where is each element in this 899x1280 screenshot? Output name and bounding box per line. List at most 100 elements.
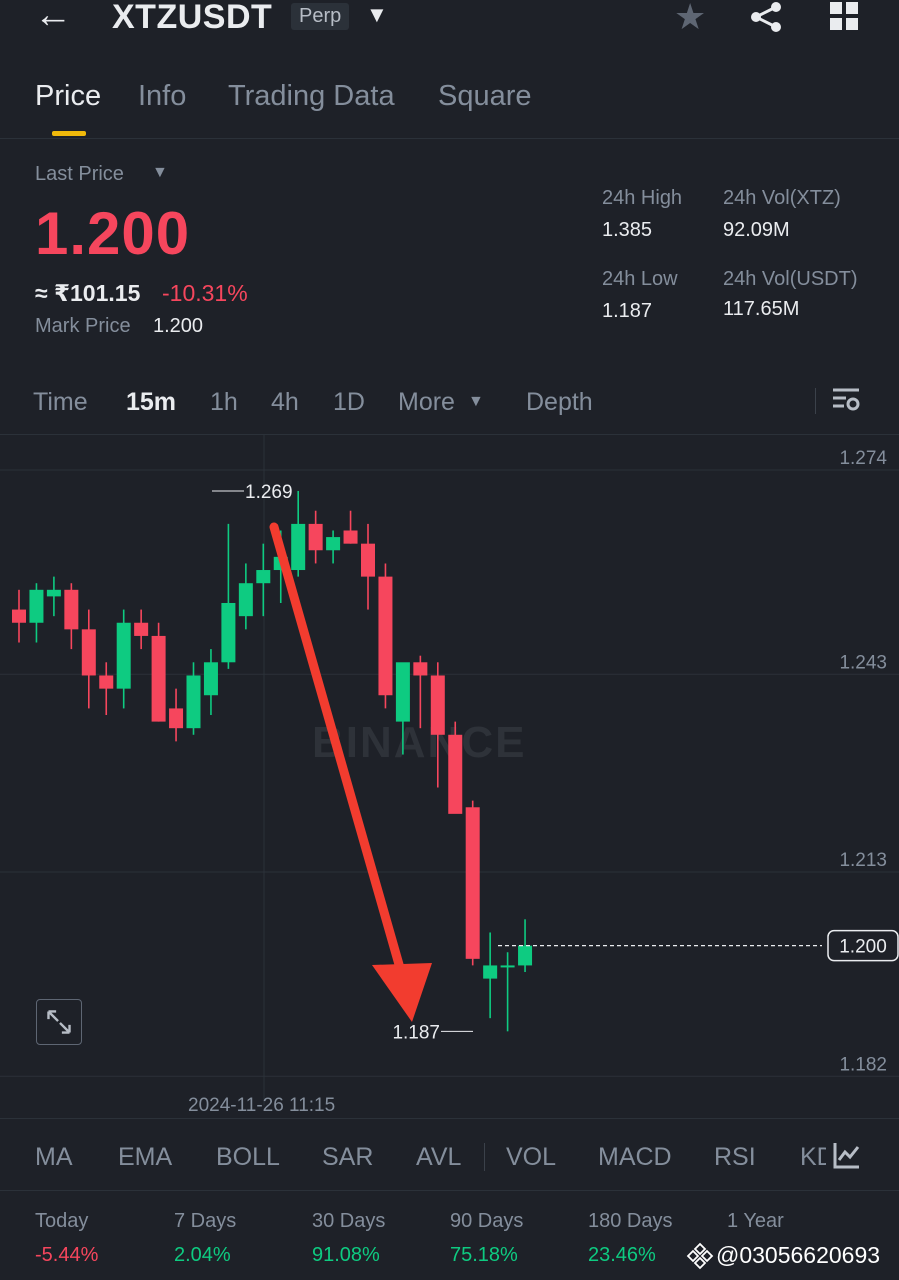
perf-value-today: -5.44% bbox=[35, 1244, 99, 1266]
tf-1d[interactable]: 1D bbox=[333, 388, 365, 417]
top-bar: ← XTZUSDT Perp ▼ ★ bbox=[0, 0, 899, 48]
tab-info[interactable]: Info bbox=[138, 80, 186, 113]
divider bbox=[0, 1190, 899, 1191]
divider bbox=[484, 1143, 485, 1171]
candle-body bbox=[465, 807, 480, 959]
low-marker-label: 1.187 bbox=[392, 1022, 440, 1043]
candle-body bbox=[12, 609, 26, 623]
candle-body bbox=[99, 675, 114, 689]
candle-body bbox=[64, 589, 79, 630]
tf-15m[interactable]: 15m bbox=[126, 388, 176, 417]
candle-body bbox=[483, 965, 498, 979]
share-icon[interactable] bbox=[748, 0, 784, 34]
candle-body bbox=[326, 537, 341, 551]
annotation-arrow-head bbox=[372, 963, 432, 1022]
perf-label-90d: 90 Days bbox=[450, 1210, 524, 1232]
24h-high-label: 24h High bbox=[602, 187, 683, 209]
perf-value-180d: 23.46% bbox=[588, 1244, 656, 1266]
tf-depth[interactable]: Depth bbox=[526, 388, 593, 417]
last-price-label[interactable]: Last Price bbox=[35, 163, 124, 186]
mark-price-value: 1.200 bbox=[153, 315, 204, 337]
24h-low-label: 24h Low bbox=[602, 268, 678, 290]
overlay-handle-text: @03056620693 bbox=[716, 1242, 881, 1268]
candle-body bbox=[203, 662, 218, 696]
inr-price: ≈ ₹101.15 bbox=[35, 280, 141, 306]
mark-price-label: Mark Price bbox=[35, 315, 131, 337]
perf-value-90d: 75.18% bbox=[450, 1244, 518, 1266]
candle-body bbox=[500, 965, 515, 968]
back-arrow-icon[interactable]: ← bbox=[34, 0, 78, 34]
tab-price[interactable]: Price bbox=[35, 80, 101, 113]
perf-value-30d: 91.08% bbox=[312, 1244, 380, 1266]
indicator-kdj[interactable]: KDJ bbox=[800, 1143, 826, 1172]
high-marker-label: 1.269 bbox=[245, 482, 293, 503]
candle-body bbox=[238, 583, 253, 617]
indicator-rsi[interactable]: RSI bbox=[714, 1143, 756, 1172]
perf-label-30d: 30 Days bbox=[312, 1210, 386, 1232]
indicator-ma[interactable]: MA bbox=[35, 1143, 73, 1172]
candle-body bbox=[448, 734, 463, 814]
indicator-avl[interactable]: AVL bbox=[416, 1143, 461, 1172]
candle-body bbox=[413, 662, 428, 676]
candle-body bbox=[361, 543, 375, 577]
tf-time[interactable]: Time bbox=[33, 388, 88, 417]
tf-1h[interactable]: 1h bbox=[210, 388, 238, 417]
24h-low-value: 1.187 bbox=[602, 300, 653, 322]
active-tab-indicator bbox=[52, 131, 86, 136]
24h-vol-xtz-label: 24h Vol(XTZ) bbox=[723, 187, 841, 209]
tf-more[interactable]: More bbox=[398, 388, 455, 417]
candle-body bbox=[308, 523, 323, 551]
perf-value-7d: 2.04% bbox=[174, 1244, 231, 1266]
candle-body bbox=[430, 675, 445, 735]
candle-body bbox=[395, 662, 410, 722]
candle-body bbox=[116, 622, 131, 689]
24h-high-value: 1.385 bbox=[602, 219, 653, 241]
tab-square[interactable]: Square bbox=[438, 80, 532, 113]
candle-body bbox=[186, 675, 201, 729]
indicator-settings-icon[interactable] bbox=[832, 1140, 862, 1170]
24h-vol-usdt-label: 24h Vol(USDT) bbox=[723, 268, 858, 290]
indicator-macd[interactable]: MACD bbox=[598, 1143, 672, 1172]
candle-body bbox=[518, 945, 533, 966]
candle-body bbox=[256, 570, 271, 584]
crosshair-date-label: 2024-11-26 11:15 bbox=[188, 1095, 336, 1116]
expand-chart-icon[interactable] bbox=[36, 999, 82, 1045]
current-price-tag-text: 1.200 bbox=[839, 937, 887, 958]
chart-settings-icon[interactable] bbox=[830, 384, 862, 416]
y-axis-label: 1.213 bbox=[839, 850, 887, 871]
divider bbox=[0, 138, 899, 139]
candle-body bbox=[378, 576, 393, 696]
candle-body bbox=[221, 602, 236, 663]
indicator-sar[interactable]: SAR bbox=[322, 1143, 373, 1172]
divider bbox=[815, 388, 816, 414]
24h-vol-xtz-value: 92.09M bbox=[723, 219, 790, 241]
divider bbox=[0, 1118, 899, 1119]
binance-logo-icon bbox=[686, 1242, 714, 1270]
grid-menu-icon[interactable] bbox=[828, 0, 860, 32]
tab-trading-data[interactable]: Trading Data bbox=[228, 80, 395, 113]
favorite-star-icon[interactable]: ★ bbox=[674, 0, 706, 38]
candle-body bbox=[134, 622, 149, 636]
y-axis-label: 1.182 bbox=[839, 1054, 887, 1075]
symbol-dropdown-icon[interactable]: ▼ bbox=[366, 2, 388, 28]
candle-body bbox=[46, 589, 61, 597]
candle-body bbox=[169, 708, 184, 729]
candlestick-chart[interactable]: 1.200 1.269 1.187 1.274 1.243 1.213 1.182 bbox=[0, 435, 899, 1120]
perf-label-180d: 180 Days bbox=[588, 1210, 673, 1232]
more-dropdown-icon[interactable]: ▼ bbox=[468, 393, 484, 411]
last-price-dropdown-icon[interactable]: ▼ bbox=[152, 164, 168, 182]
indicator-boll[interactable]: BOLL bbox=[216, 1143, 280, 1172]
indicator-ema[interactable]: EMA bbox=[118, 1143, 172, 1172]
perf-label-1y: 1 Year bbox=[727, 1210, 784, 1232]
candle-body bbox=[29, 589, 44, 623]
price-change-percent: -10.31% bbox=[162, 280, 248, 306]
perp-badge: Perp bbox=[291, 3, 350, 30]
perf-label-today: Today bbox=[35, 1210, 89, 1232]
y-axis-label: 1.243 bbox=[839, 652, 887, 673]
24h-vol-usdt-value: 117.65M bbox=[723, 298, 800, 320]
candle-body bbox=[343, 530, 358, 544]
last-price: 1.200 bbox=[35, 200, 191, 267]
symbol-title[interactable]: XTZUSDT bbox=[112, 0, 272, 37]
indicator-vol[interactable]: VOL bbox=[506, 1143, 556, 1172]
tf-4h[interactable]: 4h bbox=[271, 388, 299, 417]
